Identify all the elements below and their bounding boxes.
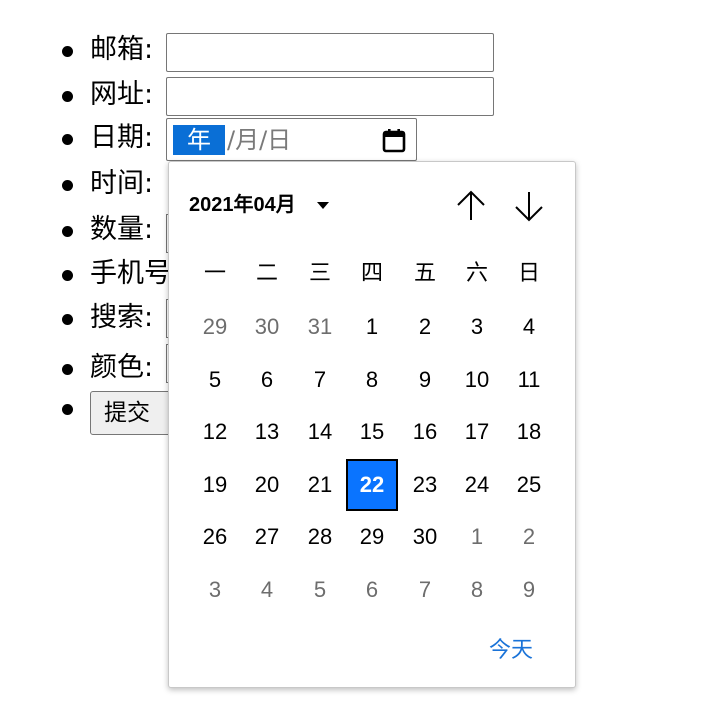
day-cell[interactable]: 5 xyxy=(294,564,346,616)
arrow-down-icon[interactable] xyxy=(511,188,547,224)
day-cell[interactable]: 7 xyxy=(294,354,346,406)
time-label: 时间: xyxy=(90,168,154,199)
day-cell[interactable]: 14 xyxy=(294,406,346,458)
day-cell[interactable]: 9 xyxy=(399,354,451,406)
day-cell[interactable]: 9 xyxy=(503,564,555,616)
field-url: 网址: xyxy=(0,77,700,117)
day-cell[interactable]: 6 xyxy=(241,354,293,406)
day-cell[interactable]: 8 xyxy=(346,354,398,406)
day-cell[interactable]: 1 xyxy=(346,301,398,353)
list-bullet xyxy=(62,134,73,145)
number-label: 数量: xyxy=(90,214,154,245)
calendar-icon[interactable] xyxy=(381,128,407,154)
email-label: 邮箱: xyxy=(90,34,154,65)
day-cell[interactable]: 28 xyxy=(294,511,346,563)
day-cell[interactable]: 20 xyxy=(241,459,293,511)
list-bullet xyxy=(62,91,73,102)
day-cell[interactable]: 4 xyxy=(241,564,293,616)
day-cell[interactable]: 6 xyxy=(346,564,398,616)
day-cell[interactable]: 1 xyxy=(451,511,503,563)
list-bullet xyxy=(62,314,73,325)
list-bullet xyxy=(62,364,73,375)
weekday-label: 四 xyxy=(360,261,383,286)
day-cell[interactable]: 18 xyxy=(503,406,555,458)
day-cell[interactable]: 27 xyxy=(241,511,293,563)
date-input[interactable]: 年 /月/日 xyxy=(166,118,417,161)
day-cell[interactable]: 31 xyxy=(294,301,346,353)
list-bullet xyxy=(62,46,73,57)
list-bullet xyxy=(62,226,73,237)
date-year-segment[interactable]: 年 xyxy=(173,125,225,155)
tel-label: 手机号 xyxy=(90,258,171,289)
day-cell[interactable]: 13 xyxy=(241,406,293,458)
day-cell[interactable]: 2 xyxy=(503,511,555,563)
day-cell[interactable]: 30 xyxy=(399,511,451,563)
day-cell[interactable]: 29 xyxy=(346,511,398,563)
day-cell[interactable]: 19 xyxy=(189,459,241,511)
month-year-select[interactable]: 2021年04月 xyxy=(189,192,296,218)
day-cell[interactable]: 10 xyxy=(451,354,503,406)
url-label: 网址: xyxy=(90,79,154,110)
caret-down-icon[interactable] xyxy=(317,202,329,209)
day-cell[interactable]: 16 xyxy=(399,406,451,458)
day-cell[interactable]: 26 xyxy=(189,511,241,563)
day-cell[interactable]: 5 xyxy=(189,354,241,406)
day-cell[interactable]: 30 xyxy=(241,301,293,353)
day-cell[interactable]: 2 xyxy=(399,301,451,353)
url-input[interactable] xyxy=(166,77,494,116)
list-bullet xyxy=(62,180,73,191)
weekday-label: 三 xyxy=(308,261,331,286)
day-cell[interactable]: 7 xyxy=(399,564,451,616)
day-cell[interactable]: 25 xyxy=(503,459,555,511)
arrow-up-icon[interactable] xyxy=(453,188,489,224)
weekday-label: 日 xyxy=(517,261,540,286)
list-bullet xyxy=(62,270,73,281)
day-cell[interactable]: 23 xyxy=(399,459,451,511)
day-cell[interactable]: 12 xyxy=(189,406,241,458)
day-cell[interactable]: 29 xyxy=(189,301,241,353)
day-cell[interactable]: 3 xyxy=(189,564,241,616)
today-button[interactable]: 今天 xyxy=(489,637,533,665)
day-cell[interactable]: 21 xyxy=(294,459,346,511)
date-label: 日期: xyxy=(90,122,154,153)
day-cell[interactable]: 8 xyxy=(451,564,503,616)
search-label: 搜索: xyxy=(90,302,154,333)
date-picker-popup: 2021年04月 一二三四五六日 29 30 31 1 2 3 4 5 6 7 8 9 10 11 12 13… xyxy=(168,161,576,688)
weekday-label: 六 xyxy=(465,261,488,286)
field-email: 邮箱: xyxy=(0,32,700,72)
weekday-label: 二 xyxy=(255,261,278,286)
date-month-day-segments[interactable]: /月/日 xyxy=(227,125,291,155)
weekday-label: 五 xyxy=(413,261,436,286)
day-cell[interactable]: 11 xyxy=(503,354,555,406)
email-input[interactable] xyxy=(166,33,494,72)
day-cell[interactable]: 4 xyxy=(503,301,555,353)
color-label: 颜色: xyxy=(90,352,154,383)
day-cell[interactable]: 3 xyxy=(451,301,503,353)
day-cell-selected[interactable]: 22 xyxy=(346,459,398,511)
day-cell[interactable]: 24 xyxy=(451,459,503,511)
day-cell[interactable]: 17 xyxy=(451,406,503,458)
weekday-label: 一 xyxy=(203,261,226,286)
day-cell[interactable]: 15 xyxy=(346,406,398,458)
list-bullet xyxy=(62,404,73,415)
